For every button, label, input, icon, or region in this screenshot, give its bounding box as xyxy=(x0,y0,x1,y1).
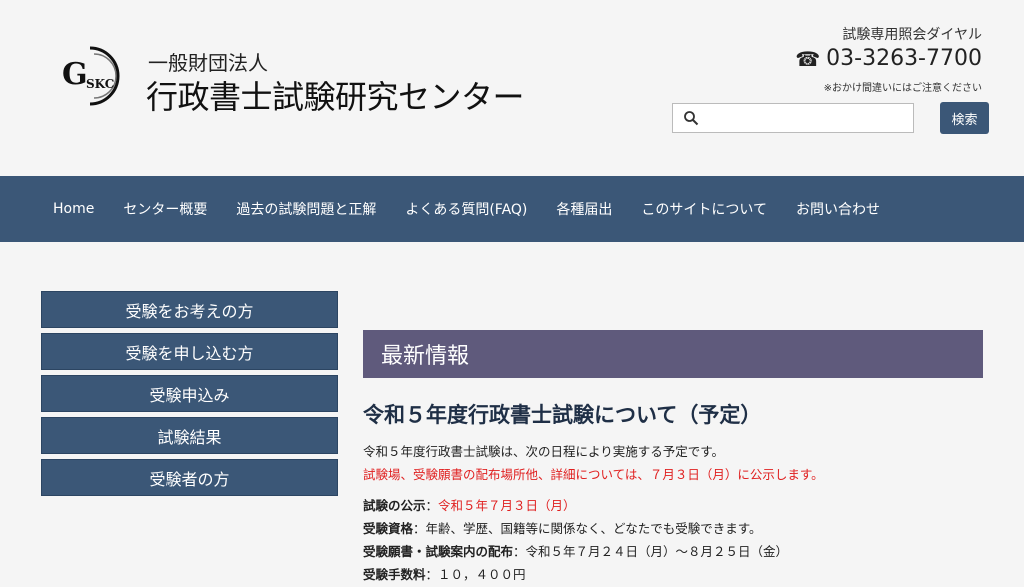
sidebar-item-considering[interactable]: 受験をお考えの方 xyxy=(41,291,338,328)
notice-text: 試験場、受験願書の配布場所他、詳細については、７月３日（月）に公示します。 xyxy=(363,467,824,482)
dial-note: ※おかけ間違いにはご注意ください xyxy=(823,83,982,94)
detail-row: 受験手数料：１０，４００円 xyxy=(363,564,983,583)
nav-item-contact[interactable]: お問い合わせ xyxy=(796,199,880,219)
nav-item-home[interactable]: Home xyxy=(53,201,94,217)
detail-row: 受験資格：年齢、学歴、国籍等に関係なく、どなたでも受験できます。 xyxy=(363,518,983,537)
search-icon xyxy=(684,111,699,126)
detail-key: 受験資格 xyxy=(363,521,414,536)
nav-item-past-exams[interactable]: 過去の試験問題と正解 xyxy=(236,199,376,219)
dial-label: 試験専用照会ダイヤル xyxy=(842,27,982,43)
detail-key: 受験手数料 xyxy=(363,567,426,582)
gskc-logo[interactable]: G SKC xyxy=(60,44,130,108)
detail-value: 令和５年７月２４日（月）～８月２５日（金） xyxy=(525,544,789,559)
phone-number-text: 03-3263-7700 xyxy=(826,46,982,71)
sidebar-item-results[interactable]: 試験結果 xyxy=(41,417,338,454)
nav-item-faq[interactable]: よくある質問(FAQ) xyxy=(405,199,527,219)
detail-value: 年齢、学歴、国籍等に関係なく、どなたでも受験できます。 xyxy=(425,521,762,536)
detail-key: 試験の公示 xyxy=(363,498,426,513)
section-title: 最新情報 xyxy=(363,330,983,378)
detail-sep: ： xyxy=(425,567,439,582)
site-header: G SKC 一般財団法人 行政書士試験研究センター 試験専用照会ダイヤル ☎ 0… xyxy=(0,0,1024,176)
detail-key: 受験願書・試験案内の配布 xyxy=(363,544,514,559)
main-content: 最新情報 令和５年度行政書士試験について（予定） 令和５年度行政書士試験は、次の… xyxy=(363,330,983,587)
phone-number: ☎ 03-3263-7700 xyxy=(795,46,982,71)
detail-sep: ： xyxy=(513,544,526,559)
article-title: 令和５年度行政書士試験について（予定） xyxy=(363,403,762,427)
search-box xyxy=(672,103,914,133)
svg-text:SKC: SKC xyxy=(86,77,114,91)
detail-value: １０，４００円 xyxy=(438,567,526,582)
nav-item-center-overview[interactable]: センター概要 xyxy=(123,199,207,219)
detail-sep: ： xyxy=(425,498,439,513)
detail-sep: ： xyxy=(413,521,426,536)
detail-value: 令和５年７月３日（月） xyxy=(438,498,576,513)
sidebar: 受験をお考えの方 受験を申し込む方 受験申込み 試験結果 受験者の方 xyxy=(41,291,338,501)
site-title[interactable]: 行政書士試験研究センター xyxy=(146,72,525,118)
exam-details: 試験の公示：令和５年７月３日（月） 受験資格：年齢、学歴、国籍等に関係なく、どな… xyxy=(363,495,983,583)
search-input[interactable] xyxy=(699,104,913,132)
main-nav: Home センター概要 過去の試験問題と正解 よくある質問(FAQ) 各種届出 … xyxy=(0,176,1024,242)
search-button[interactable]: 検索 xyxy=(940,102,989,134)
phone-icon: ☎ xyxy=(795,46,821,71)
sidebar-item-examinees[interactable]: 受験者の方 xyxy=(41,459,338,496)
intro-text: 令和５年度行政書士試験は、次の日程により実施する予定です。 xyxy=(363,444,725,459)
nav-item-notifications[interactable]: 各種届出 xyxy=(556,199,612,219)
detail-row: 試験の公示：令和５年７月３日（月） xyxy=(363,495,983,514)
sidebar-item-application[interactable]: 受験申込み xyxy=(41,375,338,412)
svg-text:G: G xyxy=(62,57,88,92)
detail-row: 受験願書・試験案内の配布：令和５年７月２４日（月）～８月２５日（金） xyxy=(363,541,983,560)
sidebar-item-applying[interactable]: 受験を申し込む方 xyxy=(41,333,338,370)
nav-item-about-site[interactable]: このサイトについて xyxy=(641,199,767,219)
